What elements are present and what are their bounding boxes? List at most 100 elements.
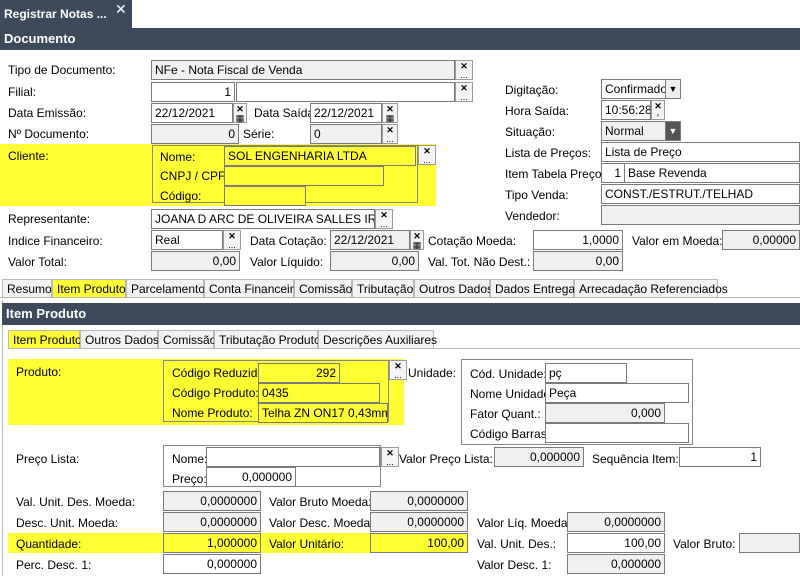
subtab-outros-dados[interactable]: Outros Dados	[80, 330, 159, 348]
tab-parcelamento[interactable]: Parcelamento	[126, 279, 205, 297]
representante-field[interactable]: JOANA D ARC DE OLIVEIRA SALLES IRENO	[151, 209, 375, 229]
valor-bruto-moeda-field[interactable]: 0,0000000	[370, 491, 468, 511]
perc-desc-1-label: Perc. Desc. 1:	[16, 558, 92, 572]
val-unit-des-field[interactable]: 100,00	[567, 533, 665, 553]
data-emissao-calendar-button[interactable]: ✕ ▦	[233, 103, 247, 123]
vendedor-field[interactable]	[601, 205, 800, 225]
cliente-codigo-field[interactable]	[224, 186, 306, 206]
cod-produto-field[interactable]: 0435	[258, 383, 380, 403]
indice-financeiro-label: Indice Financeiro:	[8, 234, 103, 248]
item-tabela-preco-num-field[interactable]: 1	[601, 163, 625, 183]
filial-lookup-button[interactable]: ✕...	[455, 82, 473, 102]
tab-conta-financeira[interactable]: Conta Financeira	[204, 279, 300, 297]
lista-precos-field[interactable]: Lista de Preço	[601, 142, 800, 162]
val-unit-des-moeda-field[interactable]: 0,0000000	[163, 491, 261, 511]
valor-desc-moeda-field[interactable]: 0,0000000	[370, 512, 468, 532]
tab-arrecadacao-referenciados[interactable]: Arrecadação Referenciados	[574, 279, 728, 297]
cotacao-moeda-field[interactable]: 1,0000	[533, 230, 623, 250]
serie-label: Série:	[243, 127, 275, 141]
data-emissao-label: Data Emissão:	[8, 106, 87, 120]
hora-saida-spin-button[interactable]: ✕ ◦	[651, 100, 665, 120]
representante-label: Representante:	[8, 212, 91, 226]
chevron-down-icon[interactable]: ▼	[665, 122, 680, 140]
subtab-comissao[interactable]: Comissão	[158, 330, 216, 348]
cliente-cnpj-field[interactable]	[224, 166, 384, 186]
desc-unit-moeda-field[interactable]: 0,0000000	[163, 512, 261, 532]
codigo-barras-label: Código Barras:	[470, 427, 551, 441]
cotacao-moeda-label: Cotação Moeda:	[428, 234, 517, 248]
indice-financeiro-field[interactable]: Real	[151, 230, 223, 250]
digitacao-value: Confirmado	[605, 82, 668, 96]
valor-desc-1-field[interactable]: 0,000000	[567, 554, 665, 574]
item-tabela-preco-field[interactable]: Base Revenda	[624, 163, 800, 183]
val-tot-nao-dest-field[interactable]: 0,00	[533, 251, 623, 271]
codigo-barras-field[interactable]	[545, 423, 689, 443]
preco-lista-nome-field[interactable]	[206, 447, 380, 467]
preco-lista-lookup-button[interactable]: ✕...	[381, 447, 399, 467]
serie-field[interactable]: 0	[310, 124, 382, 144]
produto-lookup-button[interactable]: ✕...	[389, 360, 407, 380]
close-icon[interactable]: ✕	[115, 1, 127, 18]
tab-resumo[interactable]: Resumo	[2, 279, 52, 297]
cliente-lookup-button[interactable]: ✕...	[418, 145, 436, 165]
filial-field[interactable]: 1	[151, 82, 235, 102]
indice-financeiro-lookup-button[interactable]: ✕...	[223, 230, 241, 250]
hora-saida-label: Hora Saída:	[505, 104, 570, 118]
situacao-select[interactable]: Normal ▼	[601, 121, 681, 141]
cliente-nome-field[interactable]: SOL ENGENHARIA LTDA	[224, 146, 416, 166]
tipo-venda-field[interactable]: CONST./ESTRUT./TELHAD	[601, 184, 800, 204]
data-saida-calendar-button[interactable]: ✕ ▦	[382, 103, 398, 123]
valor-total-field[interactable]: 0,00	[151, 251, 240, 271]
valor-em-moeda-label: Valor em Moeda:	[632, 234, 723, 248]
tab-tributacao[interactable]: Tributação	[352, 279, 414, 297]
data-emissao-field[interactable]: 22/12/2021	[151, 103, 233, 123]
subtab-descricoes-auxiliares[interactable]: Descrições Auxiliares	[318, 330, 437, 348]
subtab-tributacao-produto[interactable]: Tributação Produto	[214, 330, 321, 348]
n-documento-field[interactable]: 0	[151, 124, 239, 144]
nome-unidade-field[interactable]: Peça	[545, 383, 689, 403]
preco-lista-label: Preço Lista:	[16, 452, 80, 466]
data-cotacao-field[interactable]: 22/12/2021	[330, 230, 410, 250]
valor-bruto-field[interactable]	[739, 533, 800, 553]
cod-unidade-field[interactable]: pç	[545, 363, 627, 383]
data-saida-field[interactable]: 22/12/2021	[310, 103, 382, 123]
nome-produto-field[interactable]: Telha ZN ON17 0,43mm - 1	[258, 403, 388, 423]
tipo-documento-field[interactable]: NFe - Nota Fiscal de Venda	[151, 60, 455, 80]
valor-liq-moeda-field[interactable]: 0,0000000	[567, 512, 665, 532]
serie-lookup-button[interactable]: ✕...	[382, 124, 398, 144]
tab-comissao[interactable]: Comissão	[294, 279, 352, 297]
preco-lista-preco-label: Preço:	[172, 472, 207, 486]
window-tab[interactable]: Registrar Notas ... ✕	[0, 0, 132, 28]
tab-dados-entrega[interactable]: Dados Entrega	[490, 279, 575, 297]
nome-unidade-label: Nome Unidade:	[470, 387, 554, 401]
perc-desc-1-field[interactable]: 0,000000	[163, 554, 261, 574]
valor-preco-lista-label: Valor Preço Lista:	[399, 452, 493, 466]
fator-quant-label: Fator Quant.:	[470, 407, 541, 421]
filial-name-field[interactable]	[236, 82, 455, 102]
sequencia-item-field[interactable]: 1	[679, 447, 761, 467]
valor-bruto-moeda-label: Valor Bruto Moeda:	[269, 495, 372, 509]
valor-liquido-label: Valor Líquido:	[250, 255, 324, 269]
fator-quant-field[interactable]: 0,000	[545, 403, 665, 423]
valor-liquido-field[interactable]: 0,00	[330, 251, 419, 271]
val-unit-des-label: Val. Unit. Des.:	[477, 537, 557, 551]
cod-reduzido-field[interactable]: 292	[258, 363, 340, 383]
quantidade-field[interactable]: 1,000000	[163, 533, 261, 553]
item-produto-header: Item Produto	[2, 303, 800, 325]
valor-desc-moeda-label: Valor Desc. Moeda:	[269, 516, 374, 530]
representante-lookup-button[interactable]: ✕...	[375, 209, 393, 229]
produto-label: Produto:	[16, 365, 62, 379]
preco-lista-preco-field[interactable]: 0,000000	[206, 467, 296, 487]
tab-outros-dados[interactable]: Outros Dados	[414, 279, 493, 297]
valor-em-moeda-field[interactable]: 0,00000	[722, 230, 800, 250]
chevron-down-icon[interactable]: ▼	[665, 80, 680, 98]
data-cotacao-calendar-button[interactable]: ✕ ▦	[410, 230, 424, 250]
valor-unitario-field[interactable]: 100,00	[370, 533, 468, 553]
valor-preco-lista-field[interactable]: 0,000000	[494, 447, 584, 467]
tipo-documento-lookup-button[interactable]: ✕...	[455, 60, 473, 80]
subtab-item-produto[interactable]: Item Produto	[8, 330, 82, 348]
hora-saida-field[interactable]: 10:56:28	[601, 100, 651, 120]
tab-item-produto[interactable]: Item Produto	[52, 279, 126, 297]
digitacao-select[interactable]: Confirmado ▼	[601, 79, 681, 99]
valor-total-label: Valor Total:	[8, 255, 67, 269]
